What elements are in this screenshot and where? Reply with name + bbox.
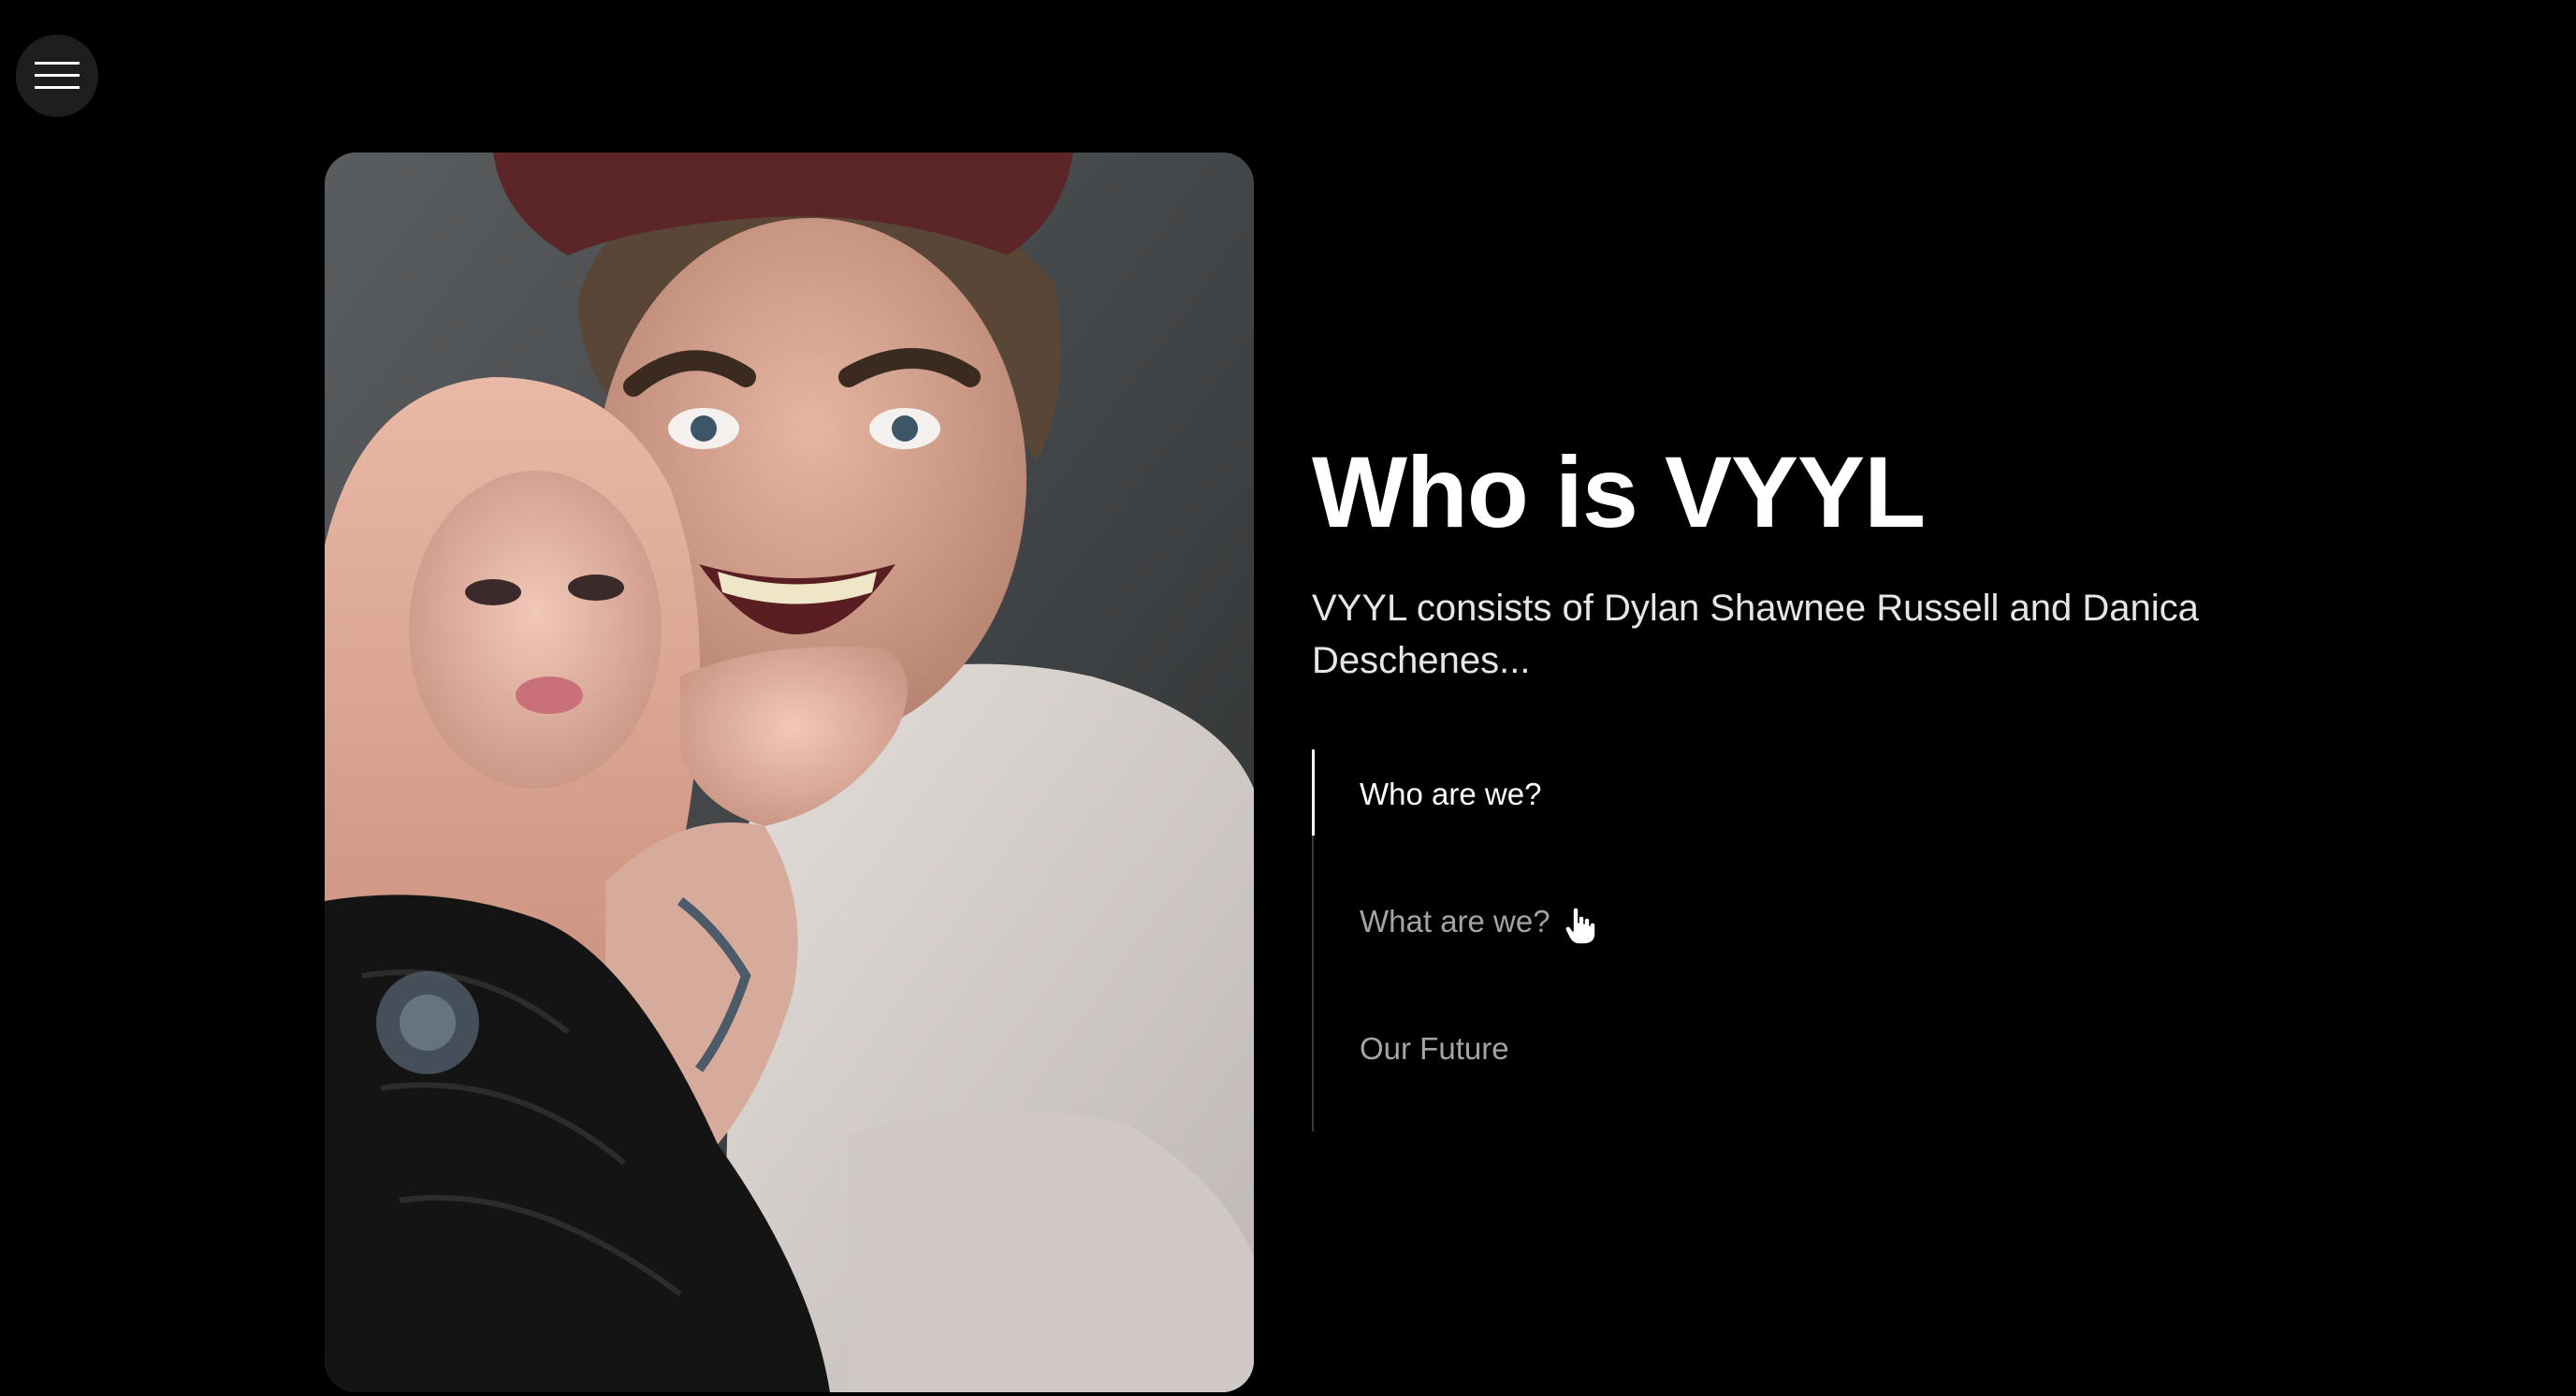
section-nav: Who are we? What are we? Our Future (1312, 749, 2248, 1131)
section-nav-item-our-future[interactable]: Our Future (1360, 1030, 1509, 1068)
menu-button[interactable] (16, 35, 98, 117)
hero-photo (325, 153, 1254, 1392)
pointer-hand-icon (1565, 908, 1596, 945)
page-title: Who is VYYL (1312, 435, 1926, 548)
page: Who is VYYL VYYL consists of Dylan Shawn… (0, 0, 2576, 1396)
hamburger-menu-icon (35, 62, 80, 89)
section-nav-item-who-are-we[interactable]: Who are we? (1360, 776, 1541, 813)
active-indicator (1312, 749, 1315, 836)
intro-text: VYYL consists of Dylan Shawnee Russell a… (1312, 588, 2199, 681)
section-nav-item-what-are-we[interactable]: What are we? (1360, 903, 1550, 940)
hero-photo-image (325, 153, 1254, 1392)
about-content: Who is VYYL VYYL consists of Dylan Shawn… (1312, 426, 2248, 1131)
